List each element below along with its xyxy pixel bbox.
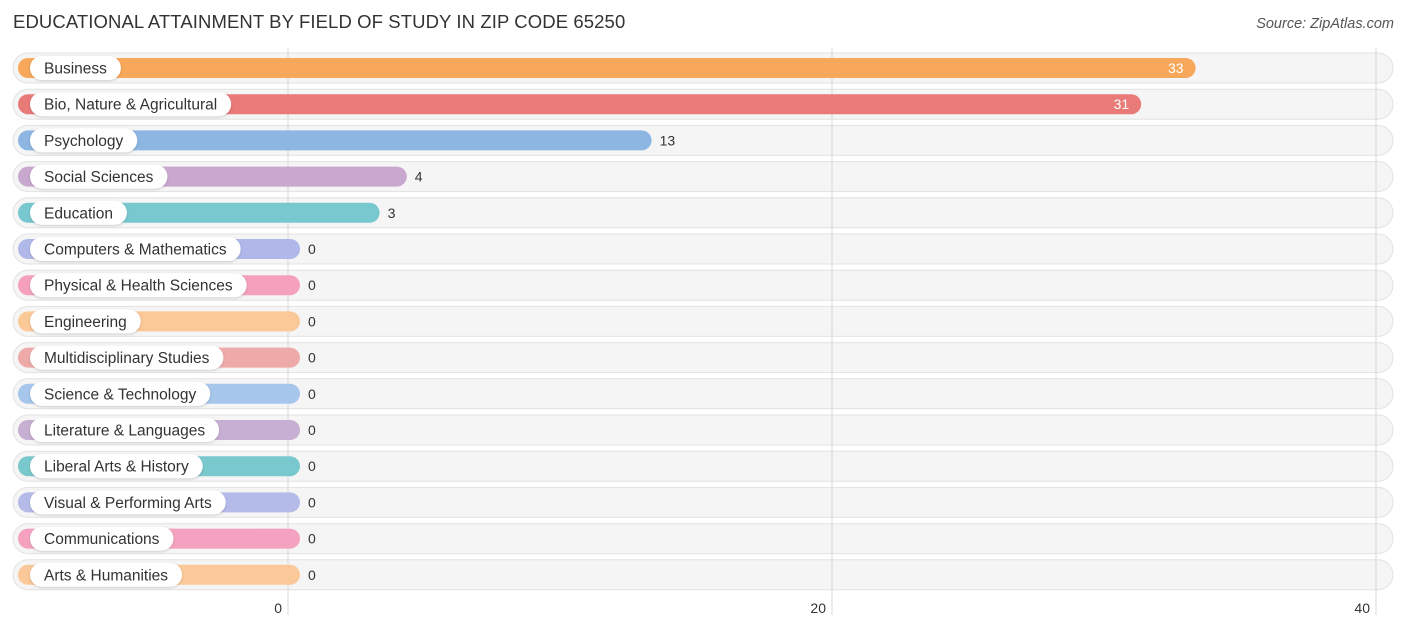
category-label: Multidisciplinary Studies [44, 350, 210, 367]
category-label: Computers & Mathematics [44, 242, 227, 259]
category-label: Visual & Performing Arts [44, 495, 212, 512]
bar-chart: Business 33 Bio, Nature & Agricultural 31 Ps… [12, 48, 1394, 616]
category-label: Science & Technology [44, 386, 196, 403]
category-label: Social Sciences [44, 169, 154, 186]
value-label: 31 [1114, 96, 1130, 112]
bar-group: Literature & Languages 0 [18, 418, 316, 442]
bar-group: Multidisciplinary Studies 0 [18, 345, 316, 370]
category-label: Business [44, 61, 107, 78]
value-label: 0 [308, 567, 316, 583]
category-label: Literature & Languages [44, 423, 205, 440]
bar-group: Arts & Humanities 0 [18, 562, 316, 587]
bar-group: Visual & Performing Arts 0 [18, 490, 316, 515]
value-label: 0 [308, 494, 316, 510]
value-label: 4 [415, 169, 423, 185]
bar[interactable] [18, 58, 1196, 78]
category-label: Bio, Nature & Agricultural [44, 97, 217, 114]
bar-group: Psychology 13 [18, 128, 676, 153]
value-label: 13 [660, 132, 676, 148]
value-label: 0 [308, 277, 316, 293]
bar-group: Computers & Mathematics 0 [18, 237, 316, 261]
value-label: 0 [308, 531, 316, 547]
bar-group: Liberal Arts & History 0 [18, 454, 316, 479]
bar-group: Bio, Nature & Agricultural 31 [18, 92, 1142, 117]
x-tick-label: 0 [274, 600, 282, 616]
category-label: Communications [44, 531, 160, 548]
value-label: 3 [388, 205, 396, 221]
value-label: 0 [308, 386, 316, 402]
value-label: 0 [308, 241, 316, 257]
bar-group: Communications 0 [18, 526, 316, 551]
value-label: 0 [308, 350, 316, 366]
value-label: 0 [308, 313, 316, 329]
x-tick-label: 20 [810, 600, 826, 616]
value-label: 0 [308, 422, 316, 438]
category-label: Psychology [44, 133, 124, 150]
bar-group: Business 33 [18, 56, 1196, 80]
bar-group: Physical & Health Sciences 0 [18, 273, 316, 298]
value-label: 0 [308, 458, 316, 474]
value-label: 33 [1168, 60, 1184, 76]
bar-group: Education 3 [18, 200, 396, 225]
category-label: Physical & Health Sciences [44, 278, 233, 295]
bar-group: Engineering 0 [18, 309, 316, 334]
bar-group: Social Sciences 4 [18, 164, 423, 189]
bar-group: Science & Technology 0 [18, 381, 316, 406]
x-tick-label: 40 [1354, 600, 1370, 616]
category-label: Liberal Arts & History [44, 459, 189, 476]
category-label: Education [44, 205, 113, 222]
category-label: Engineering [44, 314, 127, 331]
category-label: Arts & Humanities [44, 567, 168, 584]
